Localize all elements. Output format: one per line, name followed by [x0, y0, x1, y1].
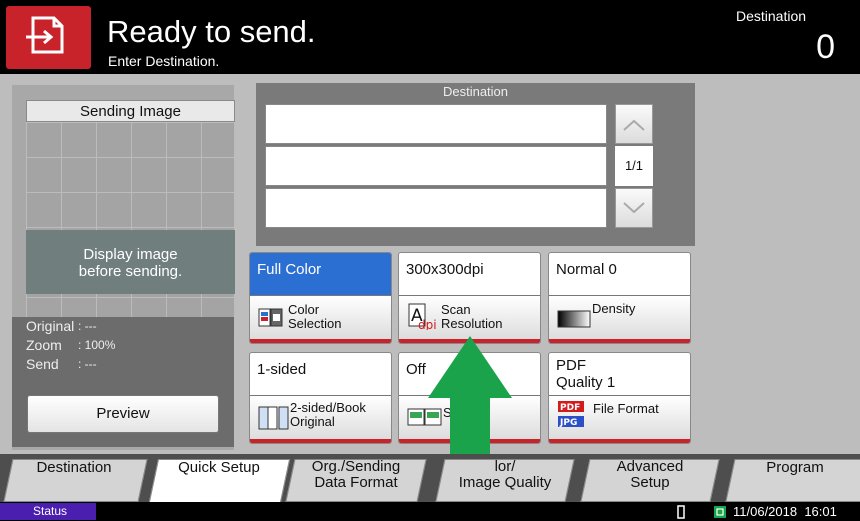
- setting-label: Density: [592, 301, 636, 316]
- destination-row[interactable]: [265, 188, 607, 228]
- destination-row[interactable]: [265, 146, 607, 186]
- status-button[interactable]: Status: [0, 503, 96, 520]
- tab-label: Org./Sending Data Format: [311, 458, 401, 491]
- file-format-button[interactable]: PDF Quality 1 PDF JPG File Format: [548, 352, 691, 444]
- info-label: Original: [26, 318, 75, 334]
- setting-label: Color Selection: [288, 302, 342, 331]
- header: Ready to send. Enter Destination. Destin…: [0, 0, 860, 73]
- chevron-down-icon: [623, 202, 645, 214]
- setting-label: File Format: [593, 401, 659, 416]
- preview-message-box: Display image before sending.: [26, 230, 235, 294]
- sending-image-title: Sending Image: [26, 100, 235, 122]
- network-status-icon: [714, 506, 726, 518]
- scan-resolution-button[interactable]: 300x300dpi A dpi Scan Resolution: [398, 252, 541, 344]
- tab-label: lor/ Image Quality: [458, 458, 552, 491]
- color-selection-button[interactable]: Full Color Color Selection: [249, 252, 392, 344]
- info-value: : ---: [78, 319, 97, 333]
- info-value: : 100%: [78, 338, 116, 352]
- setting-value: 300x300dpi: [399, 253, 540, 296]
- setting-value: Normal 0: [549, 253, 690, 296]
- scroll-down-button[interactable]: [615, 188, 653, 228]
- info-label: Zoom: [26, 337, 62, 353]
- svg-text:dpi: dpi: [418, 318, 437, 330]
- scan-resolution-icon: A dpi: [408, 303, 437, 330]
- setting-label: Scan Resolution: [441, 302, 503, 331]
- setting-value: Full Color: [250, 253, 391, 296]
- info-label: Send: [26, 356, 59, 372]
- preview-area: Display image before sending.: [26, 122, 235, 336]
- send-icon: [6, 6, 91, 69]
- destination-count-label: Destination: [736, 8, 807, 24]
- tab-label: Advanced Setup: [616, 458, 684, 491]
- page-indicator: 1/1: [615, 146, 653, 186]
- duplex-original-button[interactable]: 1-sided 2-sided/Book Original: [249, 352, 392, 444]
- page-title: Ready to send.: [107, 14, 316, 49]
- setting-value: 1-sided: [250, 353, 391, 396]
- info-zoom: Zoom : 100%: [26, 337, 115, 353]
- tab-label: Program: [766, 459, 824, 476]
- color-selection-icon: [258, 308, 283, 327]
- datetime: 11/06/2018 16:01: [733, 504, 837, 519]
- setting-label: 2-sided/Book Original: [290, 400, 366, 429]
- tab-label: Destination: [36, 459, 112, 476]
- info-value: : ---: [78, 357, 97, 371]
- file-format-icon: PDF JPG: [558, 401, 584, 428]
- destination-count: 0: [816, 28, 835, 66]
- preview-button[interactable]: Preview: [27, 395, 219, 433]
- setting-value: PDF Quality 1: [549, 353, 690, 396]
- info-send: Send : ---: [26, 356, 97, 372]
- svg-text:PDF: PDF: [560, 403, 580, 413]
- status-bar: Status 11/06/2018 16:01: [0, 502, 860, 521]
- page-subtitle: Enter Destination.: [108, 53, 220, 69]
- destination-panel: Destination 1/1: [256, 83, 695, 246]
- density-icon: [557, 310, 591, 328]
- chevron-up-icon: [623, 119, 645, 131]
- scroll-up-button[interactable]: [615, 104, 653, 144]
- destination-row[interactable]: [265, 104, 607, 144]
- tab-bar: Destination Quick Setup Org./Sending Dat…: [0, 454, 860, 507]
- density-button[interactable]: Normal 0 Density: [548, 252, 691, 344]
- destination-panel-title: Destination: [442, 84, 509, 99]
- tab-label: Quick Setup: [178, 459, 260, 476]
- device-icon: [677, 505, 685, 519]
- duplex-original-icon: [258, 406, 289, 430]
- svg-text:JPG: JPG: [559, 418, 577, 428]
- arrow-up-icon: [428, 336, 512, 456]
- preview-message: Display image before sending.: [78, 246, 183, 280]
- info-original: Original : ---: [26, 318, 97, 334]
